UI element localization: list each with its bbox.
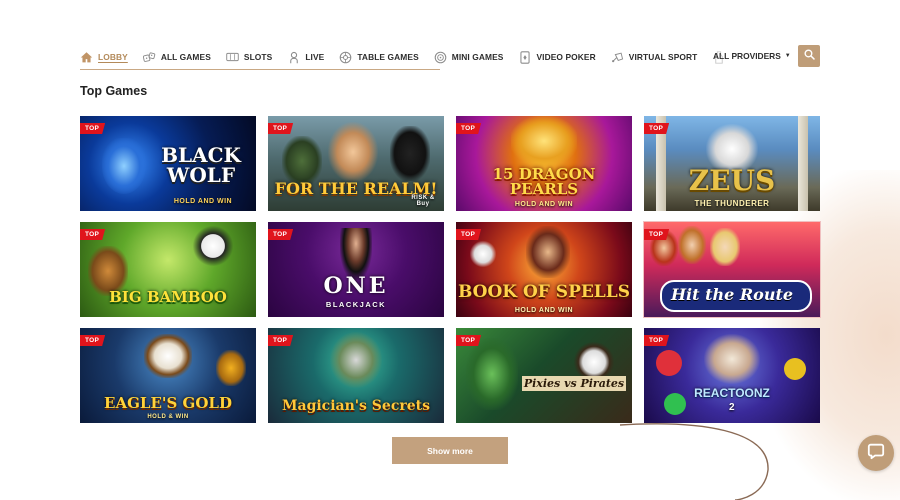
game-tile-book-of-spells[interactable]: BOOK OF SPELLS HOLD AND WIN TOP <box>456 222 632 317</box>
game-subtitle: HOLD AND WIN <box>514 201 574 208</box>
games-grid: BLACK WOLF HOLD AND WIN TOP FOR THE REAL… <box>80 116 821 423</box>
nav-label: MINI GAMES <box>451 52 504 62</box>
game-tile-black-wolf[interactable]: BLACK WOLF HOLD AND WIN TOP <box>80 116 256 211</box>
nav-all-games[interactable]: ALL GAMES <box>142 51 211 64</box>
mini-games-icon <box>434 51 447 64</box>
game-title: Pixies vs Pirates <box>522 376 626 391</box>
game-title: REACTOONZ <box>694 386 770 400</box>
category-nav: LOBBY ALL GAMES SLOTS LIVE TABLE GAMES M… <box>80 44 820 70</box>
providers-label: ALL PROVIDERS <box>713 51 781 61</box>
nav-video-poker[interactable]: VIDEO POKER <box>518 50 596 64</box>
game-tile-reactoonz[interactable]: REACTOONZ 2 TOP <box>644 328 820 423</box>
top-badge: TOP <box>268 335 294 346</box>
nav-live[interactable]: LIVE <box>287 51 324 64</box>
game-subtitle: BLACKJACK <box>325 300 387 309</box>
nav-label: VIRTUAL SPORT <box>628 52 698 62</box>
game-title: Magician's Secrets <box>282 398 430 414</box>
game-subtitle: THE THUNDERER <box>694 199 770 208</box>
game-tile-eagles-gold[interactable]: EAGLE'S GOLD HOLD & WIN TOP <box>80 328 256 423</box>
game-tile-big-bamboo[interactable]: BIG BAMBOO TOP <box>80 222 256 317</box>
slot-machine-icon <box>226 51 239 64</box>
game-title: BLACK WOLF <box>161 143 241 187</box>
top-badge: TOP <box>80 229 106 240</box>
chat-bubble-icon <box>867 442 885 465</box>
game-title: ZEUS <box>688 164 776 197</box>
game-tile-15-dragon-pearls[interactable]: 15 DRAGON PEARLS HOLD AND WIN TOP <box>456 116 632 211</box>
top-badge: TOP <box>644 229 670 240</box>
nav-table-games[interactable]: TABLE GAMES <box>339 51 419 64</box>
game-subtitle: 2 <box>728 402 736 413</box>
virtual-sport-icon <box>611 51 624 64</box>
top-badge: TOP <box>456 123 482 134</box>
providers-dropdown[interactable]: ALL PROVIDERS ▼ <box>713 51 791 61</box>
roulette-icon <box>339 51 352 64</box>
top-badge: TOP <box>268 229 294 240</box>
top-badge: TOP <box>80 335 106 346</box>
section-title: Top Games <box>80 84 148 98</box>
game-subtitle: HOLD AND WIN <box>173 198 233 205</box>
nav-label: LOBBY <box>98 52 128 62</box>
game-tile-pixies-vs-pirates[interactable]: Pixies vs Pirates TOP <box>456 328 632 423</box>
game-subtitle: RISK & Buy <box>411 195 435 207</box>
playing-card-icon <box>518 50 531 64</box>
nav-label: SLOTS <box>243 52 273 62</box>
nav-label: TABLE GAMES <box>357 52 419 62</box>
search-icon <box>803 47 815 65</box>
nav-underline <box>80 69 440 70</box>
nav-lobby[interactable]: LOBBY <box>80 51 128 64</box>
nav-label: ALL GAMES <box>160 52 211 62</box>
game-title: ONE <box>323 273 389 299</box>
game-title: 15 DRAGON PEARLS <box>492 165 596 198</box>
game-tile-one-blackjack[interactable]: ONE BLACKJACK TOP <box>268 222 444 317</box>
nav-virtual-sport[interactable]: VIRTUAL SPORT <box>611 51 698 64</box>
nav-slots[interactable]: SLOTS <box>226 51 272 64</box>
nav-label: LIVE <box>305 52 325 62</box>
home-icon <box>80 51 93 64</box>
game-title: Hit the Route <box>670 285 794 304</box>
game-subtitle: HOLD AND WIN <box>514 307 574 314</box>
game-title: BIG BAMBOO <box>109 288 227 306</box>
nav-label: VIDEO POKER <box>536 52 596 62</box>
live-dealer-icon <box>287 51 300 64</box>
nav-mini-games[interactable]: MINI GAMES <box>434 51 504 64</box>
game-tile-hit-the-route[interactable]: Hit the Route TOP <box>643 221 821 318</box>
game-title: EAGLE'S GOLD <box>104 394 232 412</box>
top-badge: TOP <box>644 123 670 134</box>
chevron-down-icon: ▼ <box>784 53 791 59</box>
game-subtitle: HOLD & WIN <box>147 414 189 420</box>
top-badge: TOP <box>456 335 482 346</box>
chat-button[interactable] <box>858 435 894 471</box>
game-tile-for-the-realm[interactable]: FOR THE REALM! RISK & Buy TOP <box>268 116 444 211</box>
top-badge: TOP <box>268 123 294 134</box>
top-badge: TOP <box>456 229 482 240</box>
search-button[interactable] <box>798 45 820 67</box>
top-badge: TOP <box>80 123 106 134</box>
game-tile-magicians-secrets[interactable]: Magician's Secrets TOP <box>268 328 444 423</box>
game-tile-zeus[interactable]: ZEUS THE THUNDERER TOP <box>644 116 820 211</box>
dice-icon <box>142 51 156 64</box>
game-title: BOOK OF SPELLS <box>458 282 630 302</box>
top-badge: TOP <box>644 335 670 346</box>
show-more-button[interactable]: Show more <box>392 437 508 464</box>
